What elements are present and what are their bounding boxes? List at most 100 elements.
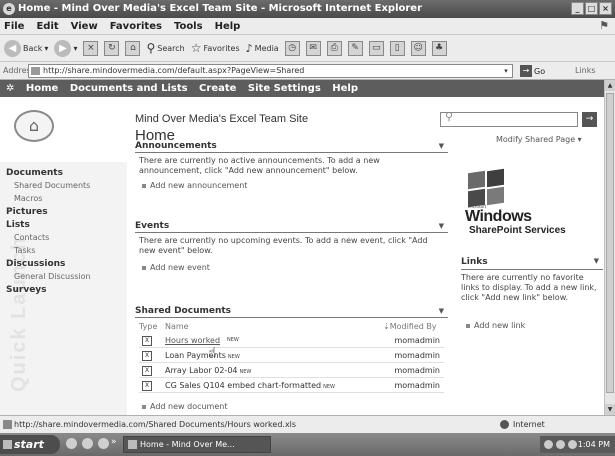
scroll-down-icon[interactable]: ▼ (605, 404, 615, 415)
menu-file[interactable]: File (4, 21, 24, 32)
nav-create[interactable]: Create (199, 83, 236, 94)
ql-lists[interactable]: Lists (6, 220, 30, 230)
address-input[interactable]: http://share.mindovermedia.com/default.a… (28, 64, 513, 78)
media-button[interactable]: ♪ Media (246, 42, 279, 55)
add-announcement-link[interactable]: Add new announcement (142, 181, 247, 190)
taskbar-item-label: Home - Mind Over Me... (140, 440, 235, 449)
ql-surveys[interactable]: Surveys (6, 285, 47, 295)
forward-button[interactable]: ▶ ▾ (54, 39, 77, 57)
tray-volume-icon[interactable] (556, 440, 565, 449)
back-arrow-icon: ◀ (4, 39, 21, 57)
new-badge: NEW (227, 337, 239, 343)
sharepoint-services-wordmark: SharePoint Services (469, 225, 566, 236)
add-document-link[interactable]: Add new document (142, 402, 227, 411)
document-name-link[interactable]: Array Labor 02-04 NEW (165, 366, 251, 375)
nav-site-settings[interactable]: Site Settings (248, 83, 321, 94)
refresh-icon[interactable]: ↻ (104, 40, 120, 56)
excel-file-icon: X (142, 366, 152, 376)
modified-by: momadmin (394, 336, 440, 345)
table-row[interactable]: X Array Labor 02-04 NEW momadmin (139, 364, 444, 378)
tray-messenger-icon[interactable] (568, 440, 577, 449)
tray-network-icon[interactable] (544, 440, 553, 449)
menu-edit[interactable]: Edit (36, 21, 58, 32)
minimize-button[interactable]: _ (571, 2, 584, 15)
links-title[interactable]: Links ▼ (461, 257, 603, 270)
ql-shared-documents[interactable]: Shared Documents (14, 181, 90, 190)
events-menu-icon[interactable]: ▼ (439, 220, 444, 232)
column-name[interactable]: Name (165, 322, 189, 331)
research-icon[interactable]: ▯ (389, 40, 405, 56)
nav-documents-and-lists[interactable]: Documents and Lists (70, 83, 188, 94)
document-name-link[interactable]: CG Sales Q104 embed chart-formatted NEW (165, 381, 335, 390)
ql-contacts[interactable]: Contacts (14, 233, 49, 242)
ql-pictures[interactable]: Pictures (6, 207, 48, 217)
menu-view[interactable]: View (71, 21, 98, 32)
nav-home[interactable]: Home (26, 83, 58, 94)
search-button[interactable]: ⚲ Search (146, 41, 184, 55)
site-logo-icon: ⌂ (14, 110, 54, 142)
modify-shared-page-link[interactable]: Modify Shared Page ▾ (496, 135, 582, 144)
maximize-button[interactable]: □ (585, 2, 598, 15)
nav-help[interactable]: Help (332, 83, 358, 94)
add-link-label: Add new link (474, 321, 526, 330)
links-toolbar[interactable]: Links (575, 66, 596, 75)
events-title[interactable]: Events ▼ (135, 220, 448, 233)
shared-documents-menu-icon[interactable]: ▼ (439, 305, 444, 317)
print-icon[interactable]: ⎙ (326, 40, 342, 56)
quicklaunch-ie-icon[interactable] (98, 438, 109, 449)
discuss-icon[interactable]: ▭ (368, 40, 384, 56)
history-icon[interactable]: ◷ (284, 40, 300, 56)
new-badge: NEW (227, 354, 240, 360)
scroll-thumb[interactable] (606, 93, 614, 393)
address-bar: Address http://share.mindovermedia.com/d… (0, 62, 615, 80)
menu-help[interactable]: Help (215, 21, 241, 32)
table-row[interactable]: X Hours worked NEW momadmin (139, 334, 444, 348)
vertical-scrollbar[interactable]: ▲ ▼ (604, 80, 615, 415)
document-name-link[interactable]: Loan Payments NEW (165, 351, 240, 360)
site-name: Mind Over Media's Excel Team Site (135, 113, 309, 125)
favorites-button[interactable]: ☆ Favorites (191, 41, 240, 55)
add-event-link[interactable]: Add new event (142, 263, 210, 272)
address-dropdown-icon[interactable]: ▾ (501, 66, 511, 76)
ql-discussions[interactable]: Discussions (6, 259, 65, 269)
announcements-title[interactable]: Announcements ▼ (135, 140, 448, 153)
menu-tools[interactable]: Tools (174, 21, 203, 32)
document-name: Array Labor 02-04 (165, 366, 238, 375)
document-name-link[interactable]: Hours worked (165, 336, 220, 345)
announcements-menu-icon[interactable]: ▼ (439, 140, 444, 152)
msn-icon[interactable]: ♣ (431, 40, 447, 56)
menu-favorites[interactable]: Favorites (110, 21, 162, 32)
go-button[interactable]: → Go (520, 65, 545, 77)
back-button[interactable]: ◀ Back ▾ (4, 39, 48, 57)
table-row[interactable]: X CG Sales Q104 embed chart-formatted NEW… (139, 379, 444, 393)
back-dropdown-icon[interactable]: ▾ (44, 44, 48, 53)
ql-general-discussion[interactable]: General Discussion (14, 272, 91, 281)
ql-macros[interactable]: Macros (14, 194, 42, 203)
add-link-link[interactable]: Add new link (466, 321, 525, 330)
quicklaunch-more-icon[interactable]: » (111, 437, 117, 447)
modify-shared-page-label: Modify Shared Page (496, 135, 576, 144)
taskbar-item-ie[interactable]: Home - Mind Over Me... (123, 436, 271, 453)
links-text: There are currently no favorite links to… (461, 273, 597, 302)
edit-icon[interactable]: ✎ (347, 40, 363, 56)
forward-dropdown-icon[interactable]: ▾ (73, 44, 77, 53)
quicklaunch-browser-icon[interactable] (66, 438, 77, 449)
column-modified-by[interactable]: ⇣Modified By (383, 322, 437, 331)
quicklaunch-desktop-icon[interactable] (82, 438, 93, 449)
table-row[interactable]: X Loan Payments NEW momadmin (139, 349, 444, 363)
start-button[interactable]: start (0, 435, 60, 454)
site-search-input[interactable] (440, 112, 578, 127)
bullet-icon (142, 404, 146, 409)
ql-documents[interactable]: Documents (6, 168, 63, 178)
stop-icon[interactable]: × (83, 40, 99, 56)
mail-icon[interactable]: ✉ (305, 40, 321, 56)
close-button[interactable]: × (599, 2, 612, 15)
site-search-go-button[interactable]: → (582, 112, 597, 127)
scroll-up-icon[interactable]: ▲ (605, 80, 615, 91)
links-menu-icon[interactable]: ▼ (594, 257, 599, 265)
home-icon[interactable]: ⌂ (125, 40, 141, 56)
shared-documents-title[interactable]: Shared Documents ▼ (135, 305, 448, 318)
ql-tasks[interactable]: Tasks (14, 246, 35, 255)
column-type[interactable]: Type (139, 322, 157, 331)
messenger-icon[interactable]: ☺ (410, 40, 426, 56)
